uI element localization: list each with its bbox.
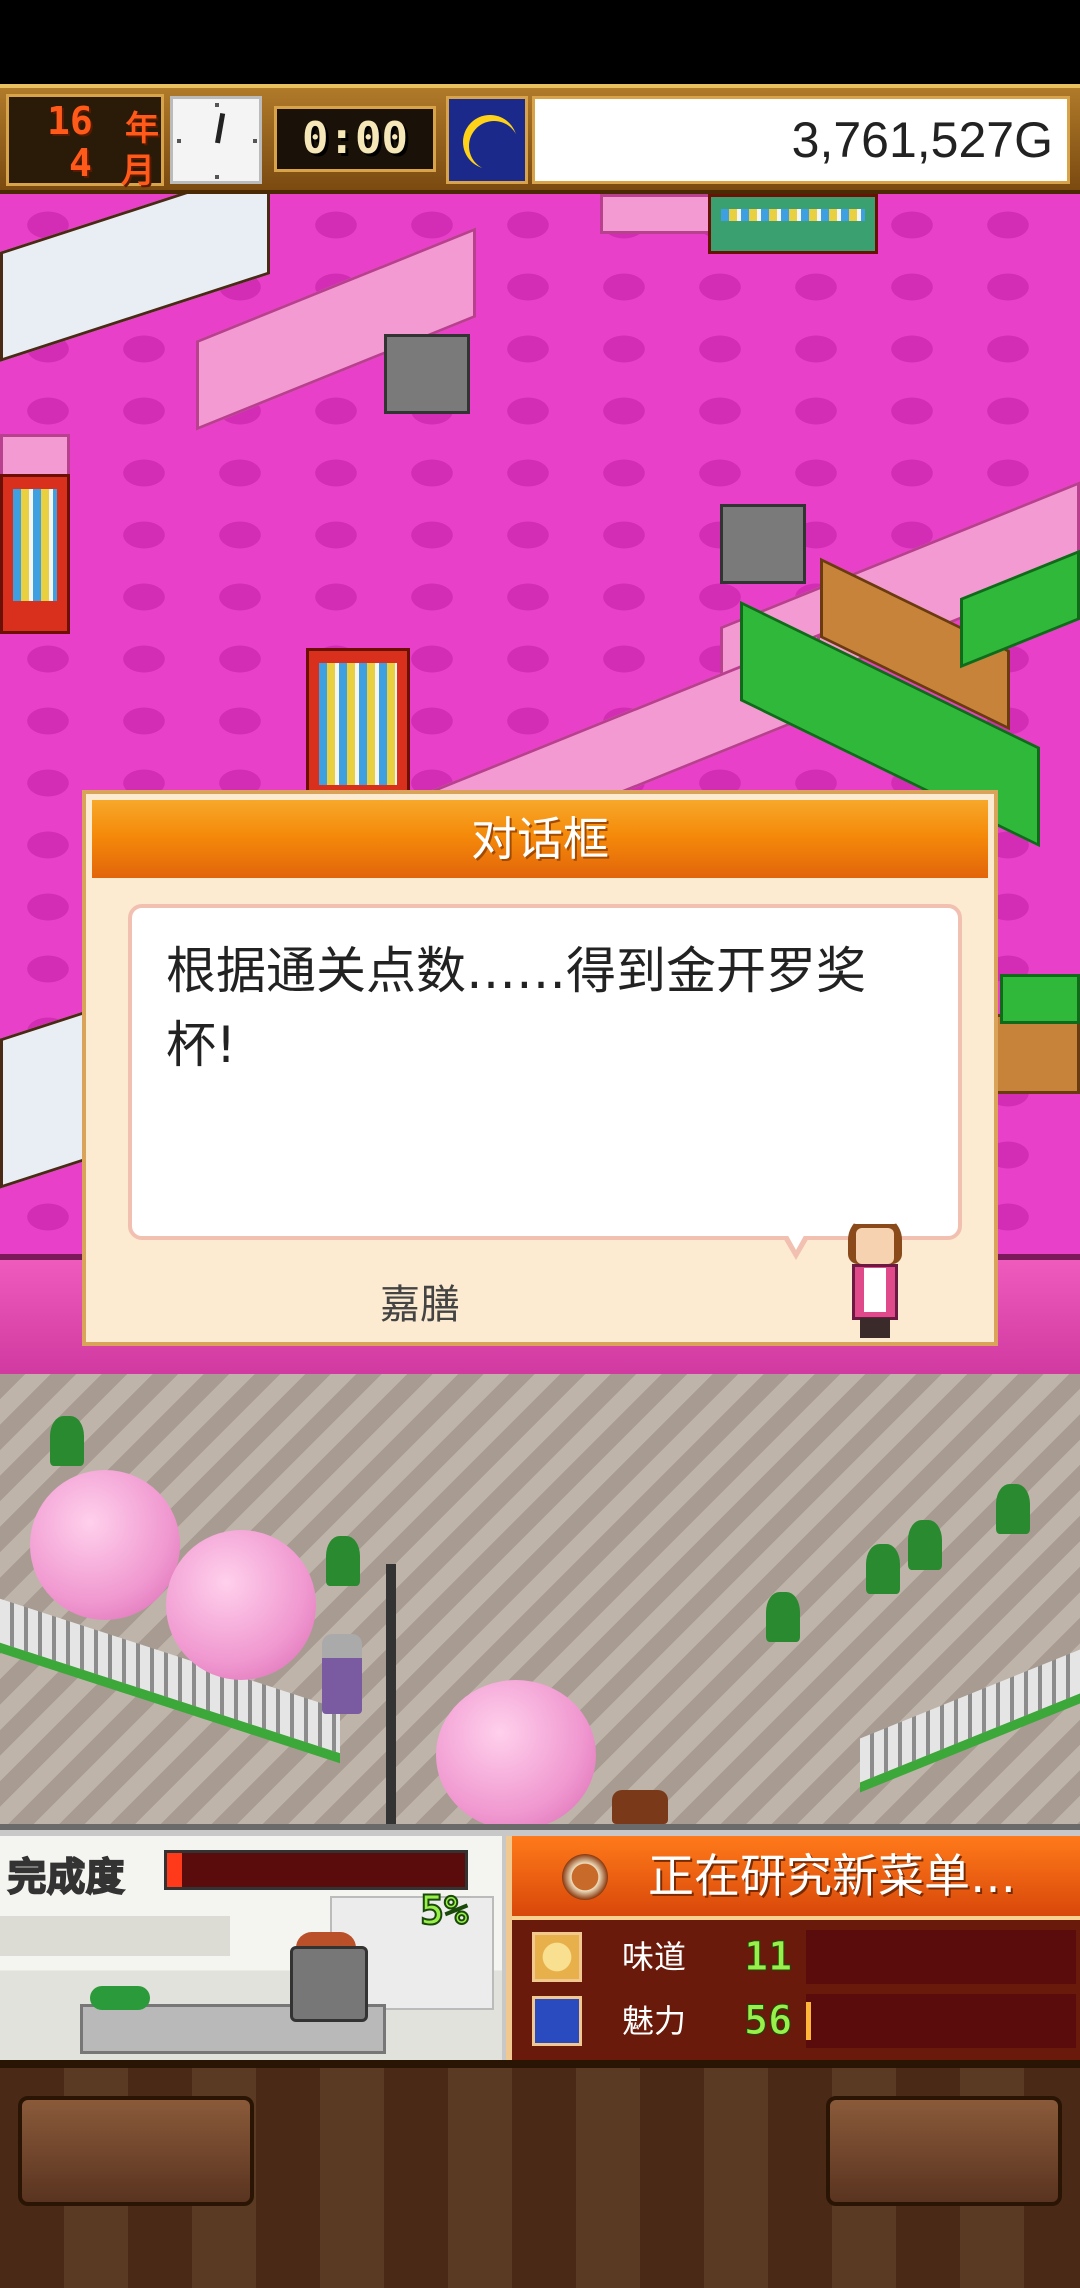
taste-icon <box>532 1932 582 1982</box>
research-panel[interactable]: 正在研究新菜单… 味道 11 魅力 56 <box>506 1836 1080 2060</box>
dialog-message: 根据通关点数……得到金开罗奖杯! <box>166 942 866 1074</box>
vending-machine[interactable] <box>0 474 70 634</box>
potted-plant <box>50 1416 84 1466</box>
potted-plant <box>766 1592 800 1642</box>
kitchen-panel[interactable]: 完成度 5% <box>0 1836 502 2060</box>
status-bar: 16 年 4 月 0:00 3,761,527G <box>0 84 1080 194</box>
right-footer-button[interactable] <box>826 2096 1062 2206</box>
bottom-panel: 完成度 5% 正在研究新菜单… 味道 11 魅力 56 <box>0 1824 1080 2066</box>
dialog-message-bubble: 根据通关点数……得到金开罗奖杯! <box>128 904 962 1240</box>
stat-bar <box>806 1994 1076 2048</box>
speaker-name: 嘉膳 <box>380 1282 460 1328</box>
stat-label: 味道 <box>622 1938 687 1976</box>
completion-progress-fill <box>167 1853 182 1887</box>
speaker-portrait <box>840 1214 910 1338</box>
month-unit: 月 <box>121 151 155 191</box>
research-header: 正在研究新菜单… <box>512 1836 1080 1920</box>
completion-progress-bar <box>164 1850 468 1890</box>
month-number: 4 <box>69 141 92 185</box>
money-value: 3,761,527G <box>791 112 1053 168</box>
potted-plant <box>326 1536 360 1586</box>
cooking-pot-icon <box>290 1946 368 2022</box>
tv-set[interactable] <box>384 334 470 414</box>
stat-value: 56 <box>743 1998 793 2045</box>
stat-bar <box>806 1930 1076 1984</box>
time-display: 0:00 <box>274 106 436 172</box>
left-footer-button[interactable] <box>18 2096 254 2206</box>
potted-plant <box>866 1544 900 1594</box>
charm-icon <box>532 1996 582 2046</box>
street-lamp <box>386 1564 396 1824</box>
potted-plant <box>908 1520 942 1570</box>
cherry-tree <box>436 1680 596 1824</box>
stat-bar-fill <box>806 2002 812 2040</box>
year-number: 16 <box>47 99 93 143</box>
footer-area <box>0 2060 1080 2288</box>
kitchen-shelf <box>0 1916 230 1956</box>
money-display: 3,761,527G <box>532 96 1070 184</box>
dialog-title: 对话框 <box>471 812 609 866</box>
customer-character[interactable] <box>612 1790 668 1824</box>
bubble-tail <box>782 1232 810 1260</box>
potted-plant <box>996 1484 1030 1534</box>
dining-table[interactable] <box>990 1014 1080 1094</box>
shelf-furniture[interactable] <box>708 194 878 254</box>
dish-icon <box>562 1854 608 1900</box>
cherry-tree <box>166 1530 316 1680</box>
research-title: 正在研究新菜单… <box>648 1849 1016 1903</box>
moon-icon <box>446 96 528 184</box>
time-value: 0:00 <box>302 113 408 164</box>
date-display: 16 年 4 月 <box>6 94 164 191</box>
completion-label: 完成度 <box>7 1854 126 1900</box>
booth-seat[interactable] <box>1000 974 1080 1024</box>
completion-percent: 5% <box>419 1887 469 1935</box>
cherry-tree <box>30 1470 180 1620</box>
stat-label: 魅力 <box>622 2002 687 2040</box>
stat-value: 11 <box>743 1934 793 1981</box>
dialog-box[interactable]: 对话框 根据通关点数……得到金开罗奖杯! 嘉膳 <box>82 790 998 1346</box>
dialog-header: 对话框 <box>92 800 988 878</box>
stat-row-taste: 味道 11 <box>512 1926 1080 1988</box>
stat-row-charm: 魅力 56 <box>512 1990 1080 2052</box>
customer-character[interactable] <box>322 1634 362 1714</box>
bed-furniture[interactable] <box>0 1009 90 1189</box>
clock-icon <box>170 96 262 184</box>
tv-set[interactable] <box>720 504 806 584</box>
vegetables-icon <box>90 1986 150 2010</box>
